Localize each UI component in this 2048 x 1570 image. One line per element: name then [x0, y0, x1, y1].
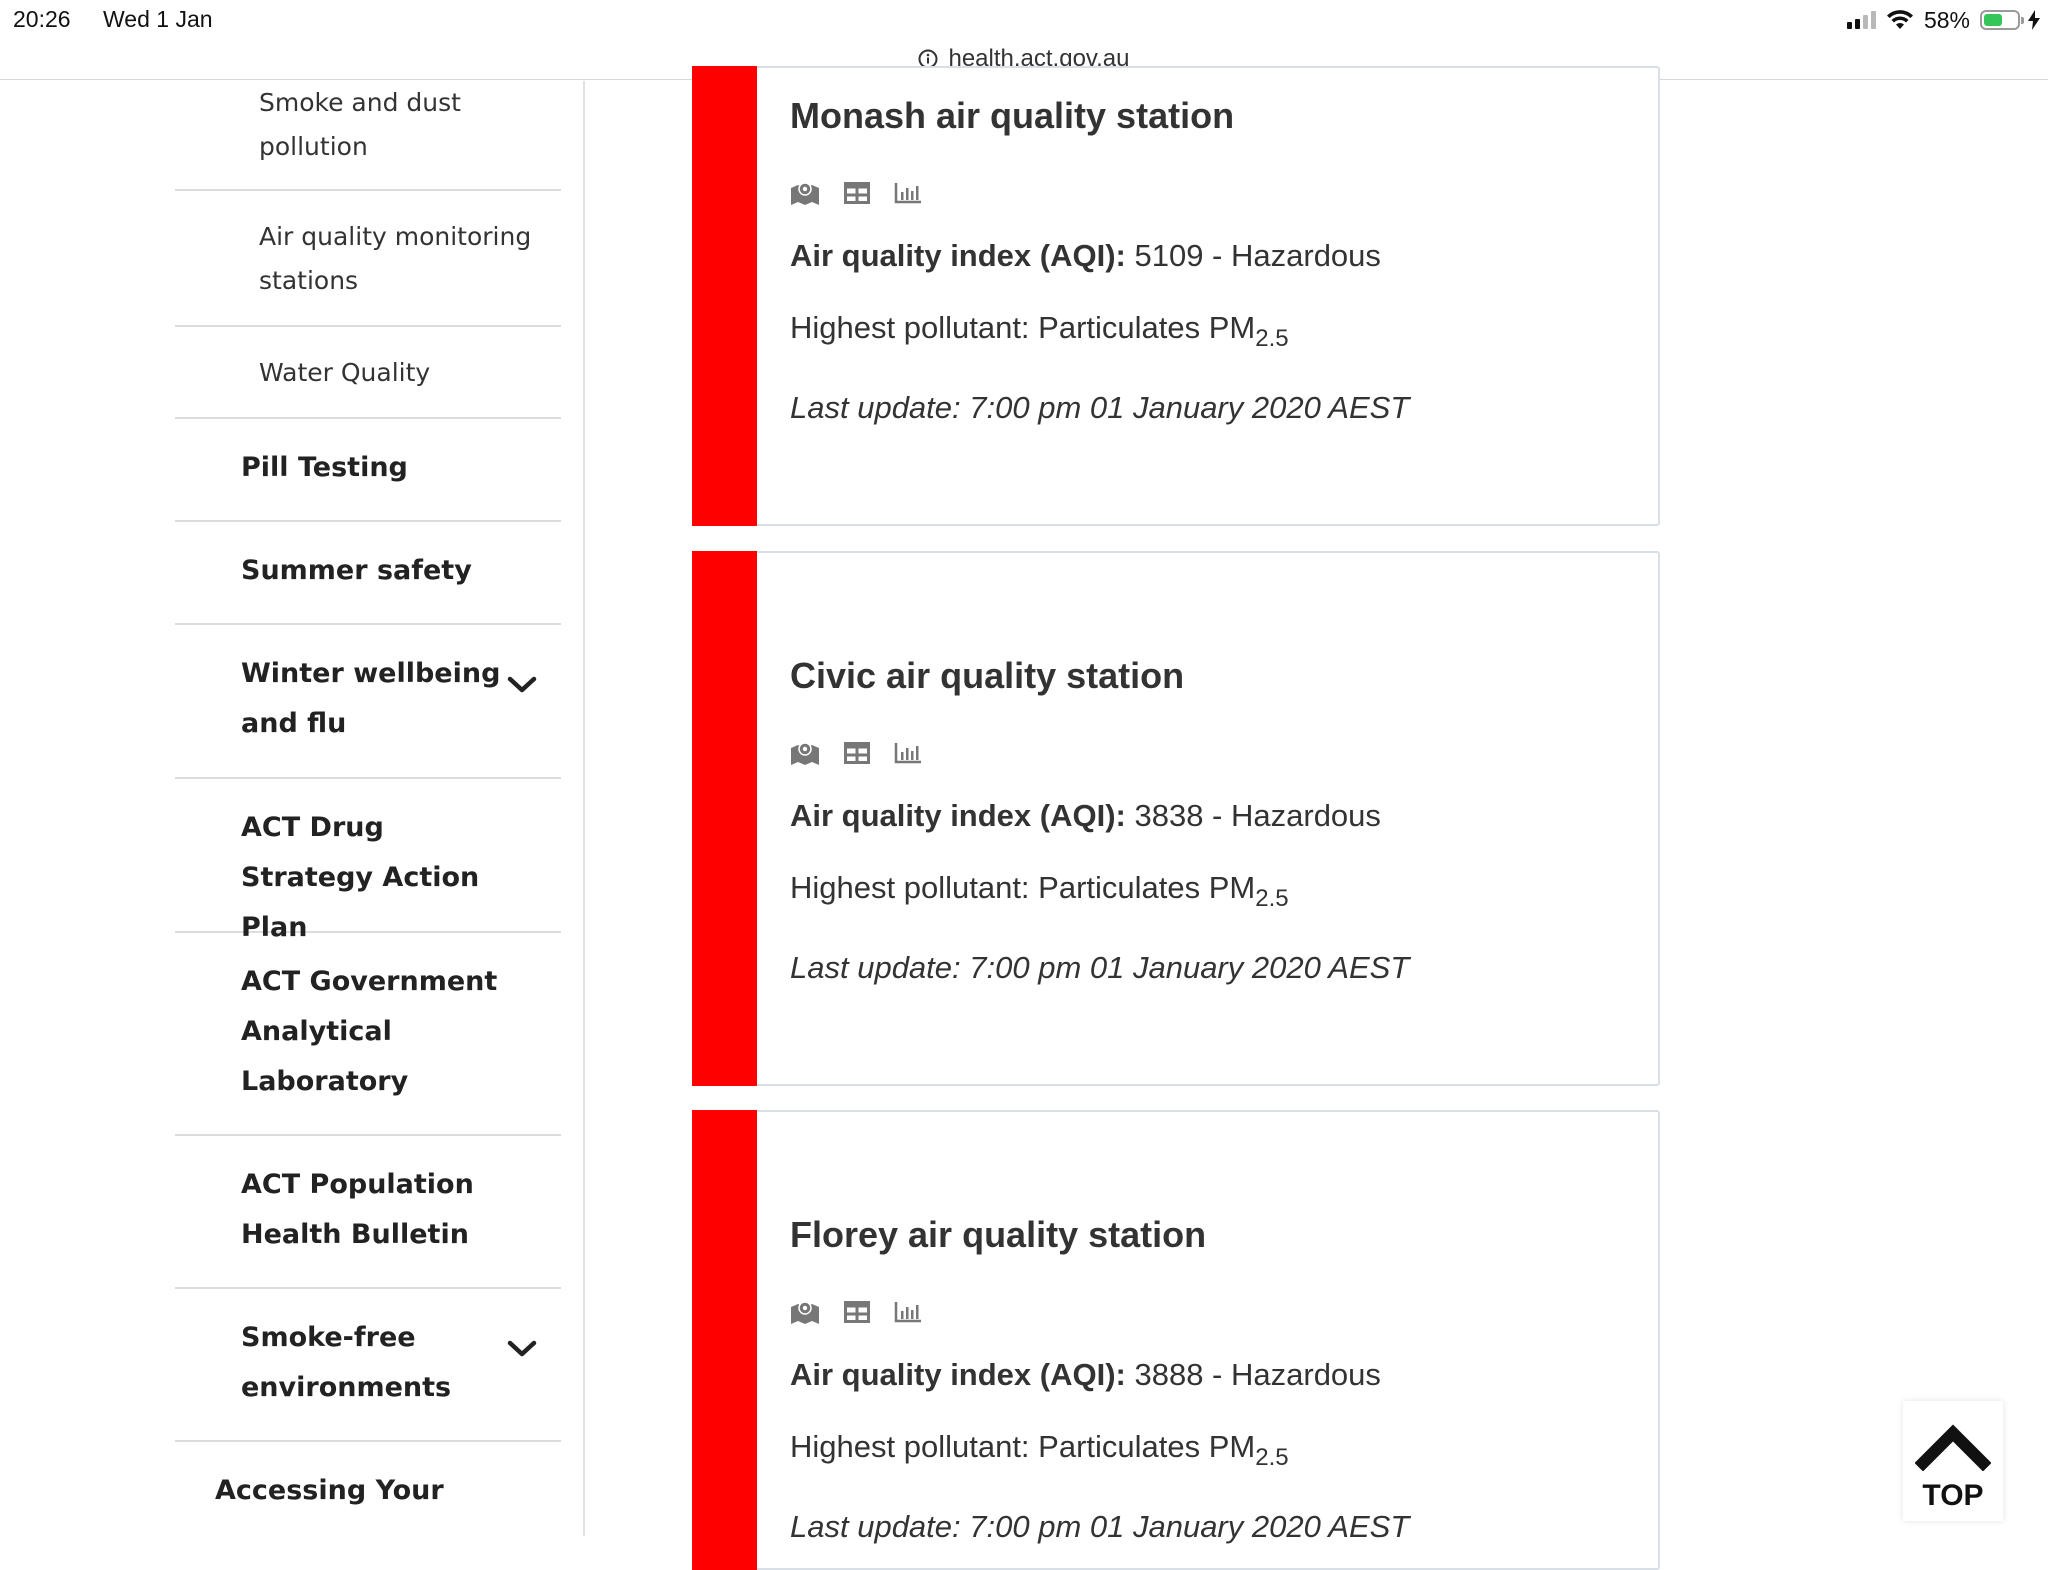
aqi-value: 3888 - Hazardous — [1134, 1357, 1381, 1392]
pollutant-text: Highest pollutant: Particulates PM — [790, 870, 1256, 905]
sidebar-item-water-quality[interactable]: Water Quality — [175, 327, 561, 419]
aqi-label: Air quality index (AQI): — [790, 798, 1126, 833]
station-card: Civic air quality station Air quality in… — [692, 551, 1660, 1086]
aqi-label: Air quality index (AQI): — [790, 1357, 1126, 1392]
station-card: Florey air quality station Air quality i… — [692, 1110, 1660, 1570]
signal-icon — [1846, 11, 1876, 29]
sidebar-nav: Smoke and dust pollution Air quality mon… — [0, 81, 585, 1536]
wifi-icon — [1886, 10, 1913, 29]
pollutant-subscript: 2.5 — [1255, 1444, 1289, 1471]
station-title: Civic air quality station — [790, 655, 1185, 696]
charging-bolt-icon — [2028, 10, 2040, 30]
aqi-reading: Air quality index (AQI): 3888 - Hazardou… — [790, 1357, 1381, 1393]
sidebar-item-label[interactable]: Winter wellbeing and flu — [241, 649, 501, 749]
table-icon[interactable] — [844, 1301, 870, 1323]
sidebar-item-label[interactable]: Summer safety — [241, 546, 501, 596]
sidebar-item-smoke-dust[interactable]: Smoke and dust pollution — [175, 81, 561, 191]
chart-icon[interactable] — [894, 182, 922, 204]
sidebar-item-analytical-laboratory[interactable]: ACT Government Analytical Laboratory — [175, 933, 561, 1136]
aqi-status-bar — [692, 1110, 757, 1570]
back-to-top-label[interactable]: TOP — [1903, 1479, 2003, 1513]
map-icon[interactable] — [790, 1299, 820, 1325]
sidebar-item-summer-safety[interactable]: Summer safety — [175, 522, 561, 625]
aqi-label: Air quality index (AQI): — [790, 238, 1126, 273]
status-bar: 20:26 Wed 1 Jan 58% — [0, 0, 2048, 40]
chart-icon[interactable] — [894, 742, 922, 764]
battery-icon — [1980, 10, 2024, 30]
sidebar-item-label[interactable]: Air quality monitoring stations — [259, 215, 541, 303]
battery-percent: 58% — [1923, 6, 1970, 33]
station-card: Monash air quality station Air quality i… — [692, 66, 1660, 526]
pollutant-subscript: 2.5 — [1255, 885, 1289, 912]
aqi-status-bar — [692, 66, 757, 526]
table-icon[interactable] — [844, 742, 870, 764]
map-icon[interactable] — [790, 180, 820, 206]
highest-pollutant: Highest pollutant: Particulates PM2.5 — [790, 870, 1289, 911]
pollutant-text: Highest pollutant: Particulates PM — [790, 310, 1256, 345]
sidebar-item-label[interactable]: Smoke-free environments — [241, 1313, 501, 1413]
map-icon[interactable] — [790, 740, 820, 766]
aqi-status-bar — [692, 551, 757, 1086]
aqi-reading: Air quality index (AQI): 5109 - Hazardou… — [790, 238, 1381, 274]
highest-pollutant: Highest pollutant: Particulates PM2.5 — [790, 310, 1289, 351]
aqi-value: 3838 - Hazardous — [1134, 798, 1381, 833]
sidebar-item-label[interactable]: ACT Drug Strategy Action Plan — [241, 803, 501, 953]
pollutant-text: Highest pollutant: Particulates PM — [790, 1429, 1256, 1464]
highest-pollutant: Highest pollutant: Particulates PM2.5 — [790, 1429, 1289, 1470]
chevron-up-icon[interactable] — [1915, 1421, 1991, 1471]
sidebar-item-label[interactable]: Water Quality — [259, 351, 541, 395]
status-indicators: 58% — [1846, 6, 2040, 34]
sidebar-item-air-quality-stations[interactable]: Air quality monitoring stations — [175, 191, 561, 327]
sidebar-item-label[interactable]: Smoke and dust pollution — [259, 81, 541, 169]
last-update: Last update: 7:00 pm 01 January 2020 AES… — [790, 950, 1410, 985]
status-time: 20:26 — [13, 6, 71, 32]
sidebar-item-pill-testing[interactable]: Pill Testing — [175, 419, 561, 522]
sidebar-item-smoke-free[interactable]: Smoke-free environments — [175, 1289, 561, 1442]
last-update: Last update: 7:00 pm 01 January 2020 AES… — [790, 1509, 1410, 1544]
station-title: Florey air quality station — [790, 1214, 1207, 1255]
sidebar-item-accessing-records[interactable]: Accessing Your — [175, 1442, 561, 1536]
chevron-down-icon[interactable] — [507, 1339, 537, 1359]
aqi-reading: Air quality index (AQI): 3838 - Hazardou… — [790, 798, 1381, 834]
station-title: Monash air quality station — [790, 95, 1235, 136]
status-date: Wed 1 Jan — [103, 6, 213, 32]
sidebar-item-label[interactable]: ACT Population Health Bulletin — [241, 1160, 501, 1260]
table-icon[interactable] — [844, 182, 870, 204]
pollutant-subscript: 2.5 — [1255, 325, 1289, 352]
chart-icon[interactable] — [894, 1301, 922, 1323]
back-to-top-button[interactable]: TOP — [1903, 1401, 2003, 1521]
sidebar-item-winter-wellbeing[interactable]: Winter wellbeing and flu — [175, 625, 561, 779]
sidebar-item-population-health-bulletin[interactable]: ACT Population Health Bulletin — [175, 1136, 561, 1289]
sidebar-item-act-drug-strategy[interactable]: ACT Drug Strategy Action Plan — [175, 779, 561, 943]
chevron-down-icon[interactable] — [507, 675, 537, 695]
aqi-value: 5109 - Hazardous — [1134, 238, 1381, 273]
last-update: Last update: 7:00 pm 01 January 2020 AES… — [790, 390, 1410, 425]
sidebar-item-label[interactable]: Accessing Your — [215, 1466, 444, 1516]
sidebar-item-label[interactable]: ACT Government Analytical Laboratory — [241, 957, 501, 1107]
sidebar-item-label[interactable]: Pill Testing — [241, 443, 501, 493]
